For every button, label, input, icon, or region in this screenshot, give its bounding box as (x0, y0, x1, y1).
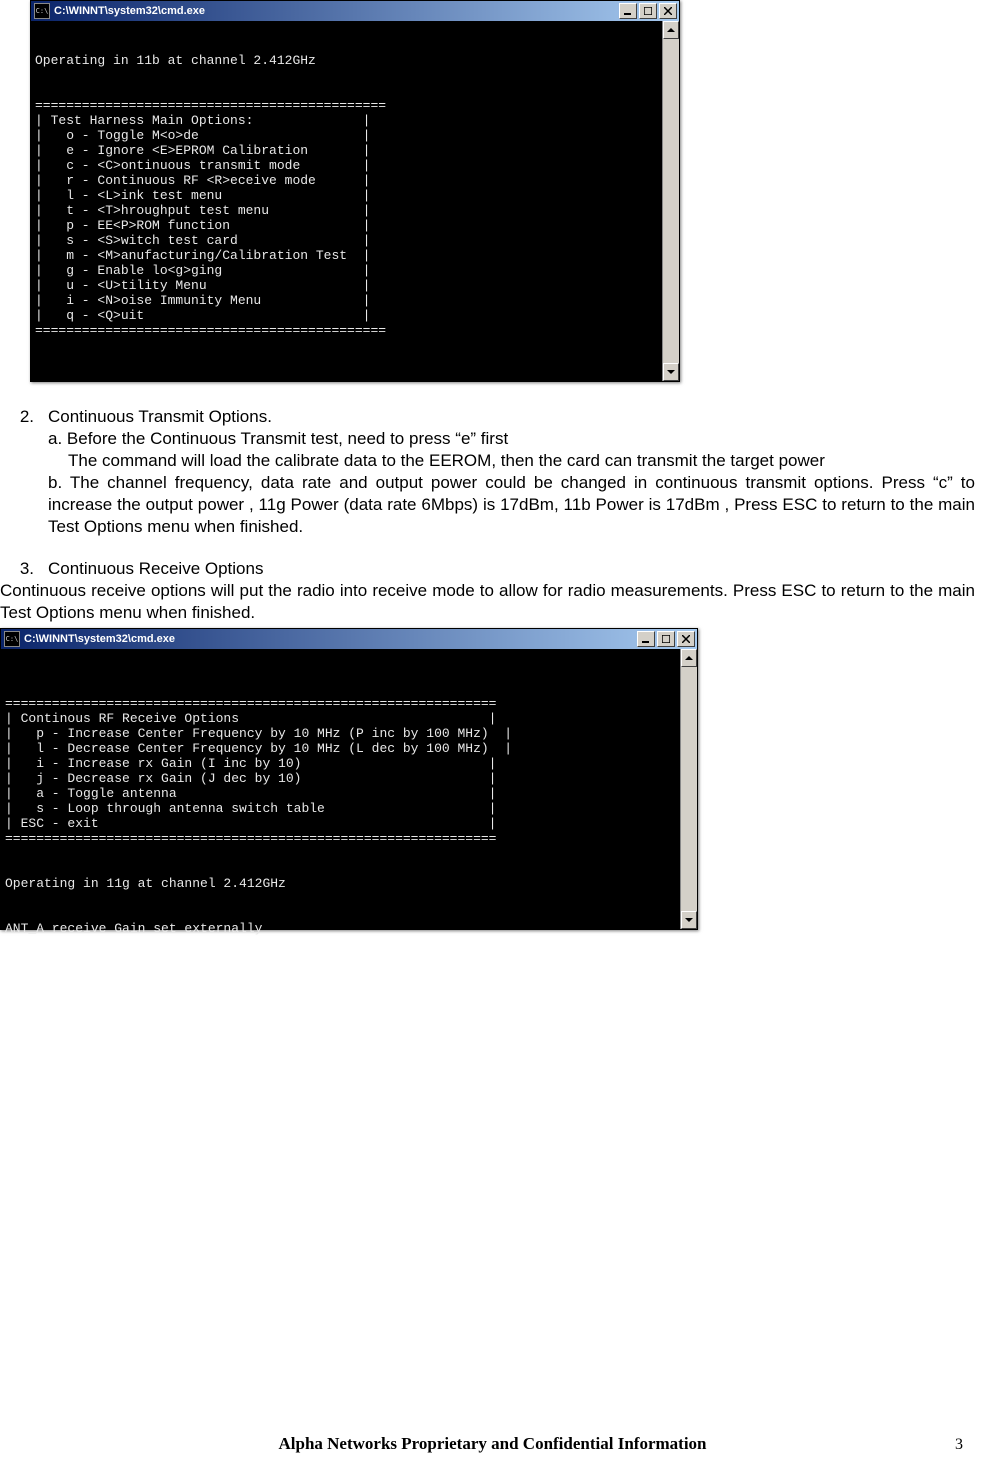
window-title: C:\WINNT\system32\cmd.exe (54, 5, 618, 17)
cmd-icon: C:\ (34, 3, 50, 19)
close-button[interactable] (677, 631, 695, 647)
maximize-button[interactable] (639, 3, 657, 19)
maximize-icon (662, 635, 670, 643)
window-titlebar[interactable]: C:\ C:\WINNT\system32\cmd.exe (1, 629, 697, 649)
arrow-up-icon (685, 656, 693, 660)
maximize-button[interactable] (657, 631, 675, 647)
scrollbar[interactable] (662, 21, 679, 381)
section-2b: b. The channel frequency, data rate and … (48, 473, 975, 536)
arrow-down-icon (685, 918, 693, 922)
section-3-title: Continuous Receive Options (48, 558, 975, 580)
scroll-down-button[interactable] (681, 911, 697, 929)
console-content: Operating in 11b at channel 2.412GHz ===… (31, 51, 679, 340)
section-3: 3. Continuous Receive Options (0, 558, 975, 580)
scrollbar[interactable] (680, 649, 697, 929)
arrow-up-icon (667, 28, 675, 32)
window-titlebar[interactable]: C:\ C:\WINNT\system32\cmd.exe (31, 1, 679, 21)
scroll-up-button[interactable] (663, 21, 679, 39)
section-3-body: Continuous receive options will put the … (0, 580, 975, 624)
footer-text: Alpha Networks Proprietary and Confident… (0, 1434, 985, 1454)
window-title: C:\WINNT\system32\cmd.exe (24, 633, 636, 645)
section-2a-line2: The command will load the calibrate data… (48, 450, 975, 472)
section-2-title: Continuous Transmit Options. (48, 406, 975, 428)
maximize-icon (644, 7, 652, 15)
cmd-icon: C:\ (4, 631, 20, 647)
section-2a-line1: a. Before the Continuous Transmit test, … (48, 428, 975, 450)
arrow-down-icon (667, 370, 675, 374)
minimize-button[interactable] (637, 631, 655, 647)
close-icon (682, 635, 690, 643)
minimize-button[interactable] (619, 3, 637, 19)
close-button[interactable] (659, 3, 677, 19)
close-icon (664, 7, 672, 15)
section-2: 2. Continuous Transmit Options. a. Befor… (0, 406, 975, 538)
cmd-window-main-options: C:\ C:\WINNT\system32\cmd.exe Operating … (30, 0, 680, 382)
scroll-up-button[interactable] (681, 649, 697, 667)
minimize-icon (624, 7, 632, 15)
list-number: 2. (0, 406, 48, 538)
cmd-window-receive-options: C:\ C:\WINNT\system32\cmd.exe ==========… (0, 628, 698, 930)
minimize-icon (642, 635, 650, 643)
scroll-down-button[interactable] (663, 363, 679, 381)
page-number: 3 (955, 1436, 963, 1454)
console-content: ========================================… (1, 679, 697, 938)
list-number: 3. (0, 558, 48, 580)
